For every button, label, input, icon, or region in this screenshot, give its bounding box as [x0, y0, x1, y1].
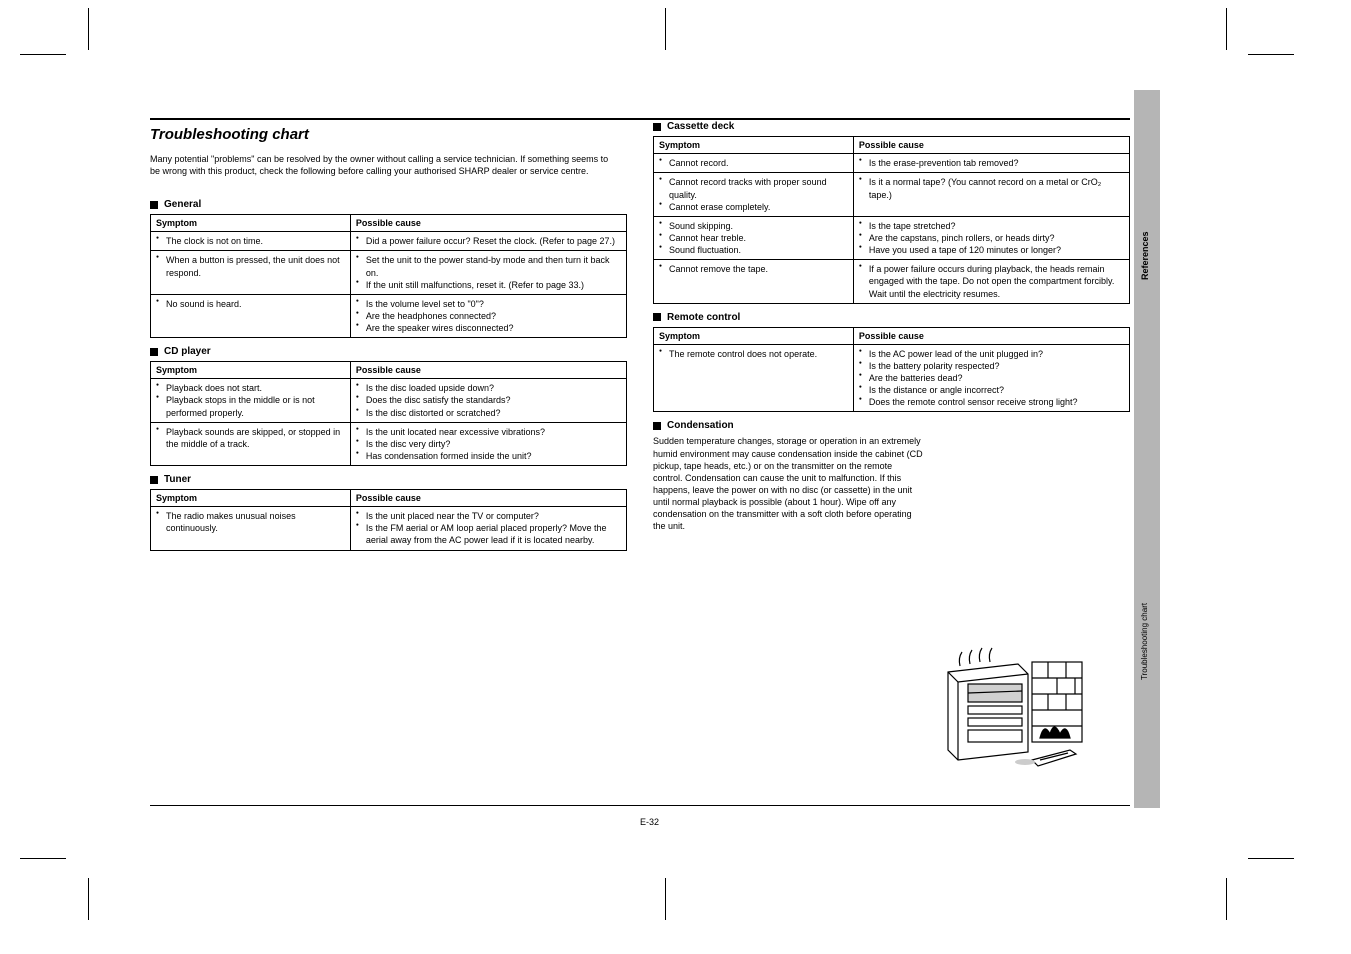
square-icon	[653, 123, 661, 131]
th-cause: Possible cause	[853, 137, 1129, 154]
table-cassette: SymptomPossible cause Cannot record. Is …	[653, 136, 1130, 303]
cell: Is the disc very dirty?	[356, 438, 621, 450]
cell: Is it a normal tape? (You cannot record …	[859, 176, 1124, 200]
table-general: SymptomPossible cause The clock is not o…	[150, 214, 627, 338]
section-title: Remote control	[667, 312, 740, 323]
square-icon	[653, 422, 661, 430]
cell: The radio makes unusual noises continuou…	[156, 510, 345, 534]
section-remote: Remote control	[653, 312, 1130, 323]
crop-mark	[1226, 878, 1227, 920]
cell: Cannot record tracks with proper sound q…	[659, 176, 848, 200]
section-title: Tuner	[164, 474, 191, 485]
right-column: Cassette deck SymptomPossible cause Cann…	[653, 113, 1130, 550]
cell: Is the tape stretched?	[859, 220, 1124, 232]
crop-mark	[20, 858, 66, 859]
cell: Cannot hear treble.	[659, 232, 848, 244]
cell: Playback stops in the middle or is not p…	[156, 394, 345, 418]
table-remote: SymptomPossible cause The remote control…	[653, 327, 1130, 413]
cell: Are the batteries dead?	[859, 372, 1124, 384]
th-symptom: Symptom	[654, 137, 854, 154]
intro-text: Many potential "problems" can be resolve…	[150, 153, 620, 177]
cell: Sound skipping.	[659, 220, 848, 232]
cell: When a button is pressed, the unit does …	[156, 254, 345, 278]
section-cd: CD player	[150, 346, 627, 357]
square-icon	[653, 313, 661, 321]
side-section-label: References	[1140, 200, 1154, 210]
cell: If a power failure occurs during playbac…	[859, 263, 1124, 299]
cell: Is the unit placed near the TV or comput…	[356, 510, 621, 522]
cell: Playback does not start.	[156, 382, 345, 394]
cell: The remote control does not operate.	[659, 348, 848, 360]
th-cause: Possible cause	[853, 327, 1129, 344]
section-general: General	[150, 199, 627, 210]
crop-mark	[88, 878, 89, 920]
cell: Have you used a tape of 120 minutes or l…	[859, 244, 1124, 256]
cell: Is the AC power lead of the unit plugged…	[859, 348, 1124, 360]
cell: Is the disc loaded upside down?	[356, 382, 621, 394]
section-title: Cassette deck	[667, 121, 734, 132]
columns: General SymptomPossible cause The clock …	[150, 191, 1130, 550]
square-icon	[150, 348, 158, 356]
table-cd: SymptomPossible cause Playback does not …	[150, 361, 627, 466]
cell: Are the headphones connected?	[356, 310, 621, 322]
side-page-label: Troubleshooting chart	[1140, 560, 1154, 569]
th-symptom: Symptom	[151, 490, 351, 507]
cell: Is the unit located near excessive vibra…	[356, 426, 621, 438]
cell: Set the unit to the power stand-by mode …	[356, 254, 621, 278]
crop-mark	[1248, 54, 1294, 55]
page-content: Troubleshooting chart Many potential "pr…	[150, 118, 1130, 551]
cell: Cannot record.	[659, 157, 848, 169]
th-cause: Possible cause	[350, 362, 626, 379]
crop-mark	[20, 54, 66, 55]
cell: The clock is not on time.	[156, 235, 345, 247]
cell: Is the erase-prevention tab removed?	[859, 157, 1124, 169]
cell: Sound fluctuation.	[659, 244, 848, 256]
cell: Is the distance or angle incorrect?	[859, 384, 1124, 396]
th-symptom: Symptom	[151, 215, 351, 232]
crop-mark	[1226, 8, 1227, 50]
th-symptom: Symptom	[151, 362, 351, 379]
cell: Does the remote control sensor receive s…	[859, 396, 1124, 408]
cell: Is the disc distorted or scratched?	[356, 407, 621, 419]
condensation-illustration	[920, 642, 1090, 782]
cell: Is the FM aerial or AM loop aerial place…	[356, 522, 621, 546]
left-column: General SymptomPossible cause The clock …	[150, 191, 627, 550]
square-icon	[150, 201, 158, 209]
th-symptom: Symptom	[654, 327, 854, 344]
cell: Playback sounds are skipped, or stopped …	[156, 426, 345, 450]
cell: Is the battery polarity respected?	[859, 360, 1124, 372]
section-tuner: Tuner	[150, 474, 627, 485]
section-title: General	[164, 199, 201, 210]
cell: Are the speaker wires disconnected?	[356, 322, 621, 334]
crop-mark	[665, 8, 666, 50]
section-title: Condensation	[667, 420, 734, 431]
section-title: CD player	[164, 346, 211, 357]
th-cause: Possible cause	[350, 215, 626, 232]
cell: Cannot erase completely.	[659, 201, 848, 213]
page-number: E-32	[640, 817, 659, 827]
cell: No sound is heard.	[156, 298, 345, 310]
bottom-rule	[150, 805, 1130, 806]
crop-mark	[1248, 858, 1294, 859]
th-cause: Possible cause	[350, 490, 626, 507]
cell: Is the volume level set to "0"?	[356, 298, 621, 310]
cell: If the unit still malfunctions, reset it…	[356, 279, 621, 291]
table-tuner: SymptomPossible cause The radio makes un…	[150, 489, 627, 550]
side-tab	[1134, 90, 1160, 808]
cell: Did a power failure occur? Reset the clo…	[356, 235, 621, 247]
condensation-text: Sudden temperature changes, storage or o…	[653, 435, 923, 532]
section-cassette: Cassette deck	[653, 121, 1130, 132]
crop-mark	[88, 8, 89, 50]
crop-mark	[665, 878, 666, 920]
cell: Are the capstans, pinch rollers, or head…	[859, 232, 1124, 244]
section-condensation: Condensation	[653, 420, 1130, 431]
cell: Does the disc satisfy the standards?	[356, 394, 621, 406]
cell: Cannot remove the tape.	[659, 263, 848, 275]
cell: Has condensation formed inside the unit?	[356, 450, 621, 462]
square-icon	[150, 476, 158, 484]
